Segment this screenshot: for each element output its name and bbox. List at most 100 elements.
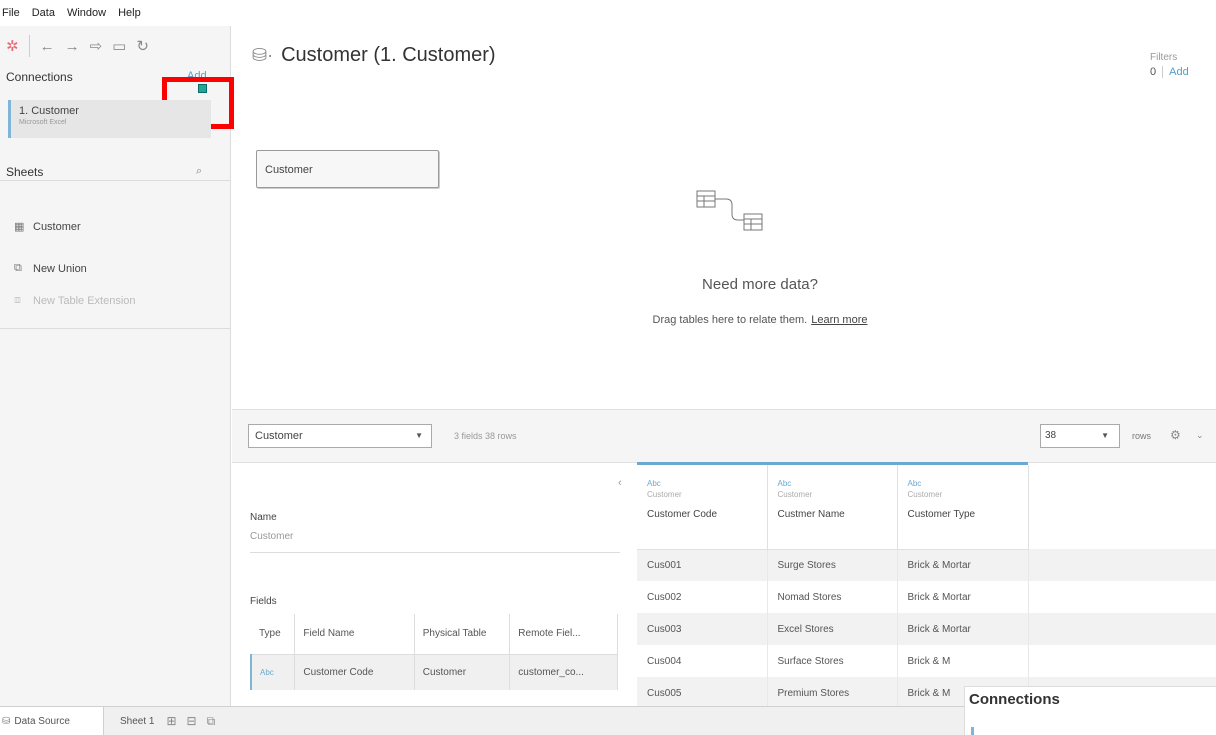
sheet-item-new-union[interactable]: ⧉ New Union xyxy=(14,262,87,275)
fields-label: Fields xyxy=(250,596,277,607)
grid-empty-header xyxy=(1028,465,1216,549)
new-dashboard-icon[interactable]: ⊟ xyxy=(187,714,197,728)
type-abc-icon[interactable]: Abc xyxy=(250,654,296,690)
column-source: Customer xyxy=(907,490,943,499)
grid-cell: Premium Stores xyxy=(767,677,898,706)
chevron-down-icon[interactable]: ⌄ xyxy=(1196,430,1204,441)
physical-table-cell: Customer xyxy=(414,654,511,690)
column-header-customer-name[interactable]: Abc Customer Custmer Name xyxy=(767,465,898,550)
relationship-tables-icon xyxy=(696,190,763,231)
sheets-header: Sheets xyxy=(6,165,44,179)
need-more-data-heading: Need more data? xyxy=(702,276,818,293)
table-row: Cus004 Surface Stores Brick & M xyxy=(637,645,1216,677)
table-icon: ▦ xyxy=(14,221,25,233)
save-icon[interactable]: ▭ xyxy=(112,37,126,55)
type-abc-icon[interactable]: Abc xyxy=(908,479,1028,488)
tooltip-accent-bar xyxy=(971,727,974,735)
divider xyxy=(0,180,231,181)
table-row: Cus002 Nomad Stores Brick & Mortar xyxy=(637,581,1216,613)
datasource-name[interactable]: Customer (1. Customer) xyxy=(281,44,496,67)
grid-cell: Cus004 xyxy=(637,645,768,677)
column-name: Customer Code xyxy=(647,509,718,520)
column-name: Custmer Name xyxy=(777,509,845,520)
column-name: Customer Type xyxy=(907,509,976,520)
sheet-item-customer[interactable]: ▦ Customer xyxy=(14,220,81,234)
filters-label: Filters xyxy=(1150,52,1178,63)
search-icon[interactable]: ⌕ xyxy=(196,165,202,178)
tableau-logo-icon[interactable]: ✲ xyxy=(6,37,19,55)
drag-hint: Drag tables here to relate them. Learn mo… xyxy=(560,314,960,326)
column-source: Customer xyxy=(647,490,682,499)
grid-cell: Excel Stores xyxy=(767,613,898,645)
connection-type: Microsoft Excel xyxy=(19,119,67,126)
grid-cell: Brick & Mortar xyxy=(897,613,1029,645)
grid-cell-empty xyxy=(1028,549,1216,581)
remote-field-cell: customer_co... xyxy=(509,654,618,690)
data-grid: Abc Customer Customer Code Abc Customer … xyxy=(637,462,1216,706)
menu-help[interactable]: Help xyxy=(118,7,141,19)
menu-file[interactable]: File xyxy=(2,7,20,19)
grid-cell: Nomad Stores xyxy=(767,581,898,613)
fields-rows-count: 3 fields 38 rows xyxy=(454,431,517,441)
fields-table: Type Field Name Physical Table Remote Fi… xyxy=(250,614,618,690)
page-title: ⛁· Customer (1. Customer) xyxy=(252,44,496,67)
sheet-item-new-table-extension[interactable]: ⧈ New Table Extension xyxy=(14,294,136,307)
filters: Filters 0 Add xyxy=(1150,52,1189,78)
logical-table-customer[interactable]: Customer xyxy=(256,150,439,188)
learn-more-link[interactable]: Learn more xyxy=(811,314,867,326)
tab-label: Data Source xyxy=(14,715,70,727)
collapse-chevron-icon[interactable]: ‹ xyxy=(618,477,622,489)
datasource-icon: ⛁ xyxy=(2,715,11,727)
sheet-label: Customer xyxy=(33,220,81,233)
back-icon[interactable]: ← xyxy=(40,38,55,55)
column-header-type[interactable]: Type xyxy=(251,614,296,655)
drag-hint-text: Drag tables here to relate them. xyxy=(652,314,808,326)
table-select[interactable]: Customer ▼ xyxy=(248,424,432,448)
column-header-customer-code[interactable]: Abc Customer Customer Code xyxy=(637,465,768,550)
rows-label: rows xyxy=(1132,431,1152,441)
forward-icon[interactable]: → xyxy=(65,38,80,55)
filters-count: 0 xyxy=(1150,66,1157,78)
new-worksheet-icon[interactable]: ⊞ xyxy=(166,714,176,728)
table-extension-icon: ⧈ xyxy=(14,294,21,306)
column-header-customer-type[interactable]: Abc Customer Customer Type xyxy=(897,465,1029,550)
name-field[interactable]: Customer xyxy=(250,531,620,553)
grid-cell-empty xyxy=(1028,613,1216,645)
column-source: Customer xyxy=(777,490,813,499)
grid-cell-empty xyxy=(1028,581,1216,613)
chevron-down-icon: ▼ xyxy=(1101,431,1109,440)
table-row[interactable]: Abc Customer Code Customer customer_co..… xyxy=(250,654,618,690)
new-story-icon[interactable]: ⧉ xyxy=(207,714,216,729)
column-header-remote-field[interactable]: Remote Fiel... xyxy=(509,614,618,655)
add-filter-link[interactable]: Add xyxy=(1162,66,1189,78)
connection-item[interactable]: 1. Customer Microsoft Excel xyxy=(8,100,211,138)
grid-cell: Brick & Mortar xyxy=(897,549,1029,581)
rows-input[interactable]: 38 ▼ xyxy=(1040,424,1120,448)
chevron-down-icon: ▼ xyxy=(415,431,423,440)
table-select-value: Customer xyxy=(255,430,303,442)
toolbar-separator xyxy=(28,35,30,57)
union-icon: ⧉ xyxy=(14,262,22,274)
connections-tooltip: Connections xyxy=(964,686,1216,735)
menu-data[interactable]: Data xyxy=(32,7,55,19)
table-row: Cus003 Excel Stores Brick & Mortar xyxy=(637,613,1216,645)
menu-window[interactable]: Window xyxy=(67,7,106,19)
column-header-field-name[interactable]: Field Name xyxy=(294,614,415,655)
tab-sheet-1[interactable]: Sheet 1 xyxy=(104,716,154,727)
redo-icon[interactable]: ⇨ xyxy=(90,37,103,55)
rows-value: 38 xyxy=(1045,430,1057,441)
connection-name: 1. Customer xyxy=(19,105,79,117)
name-label: Name xyxy=(250,512,277,523)
toolbar: ✲ ← → ⇨ ▭ ↻ xyxy=(0,26,231,66)
connections-header: Connections xyxy=(6,70,73,84)
refresh-icon[interactable]: ↻ xyxy=(136,37,149,55)
gear-icon[interactable]: ⚙ xyxy=(1170,428,1181,442)
grid-cell: Cus002 xyxy=(637,581,768,613)
datasource-icon: ⛁· xyxy=(252,45,274,65)
type-abc-icon[interactable]: Abc xyxy=(778,479,897,488)
column-header-physical-table[interactable]: Physical Table xyxy=(414,614,511,655)
sheet-tab-strip: ⛁ Data Source Sheet 1 ⊞ ⊟ ⧉ xyxy=(0,706,964,735)
tab-data-source[interactable]: ⛁ Data Source xyxy=(0,706,104,735)
sheet-label: New Union xyxy=(33,262,87,275)
type-abc-icon[interactable]: Abc xyxy=(647,479,767,488)
